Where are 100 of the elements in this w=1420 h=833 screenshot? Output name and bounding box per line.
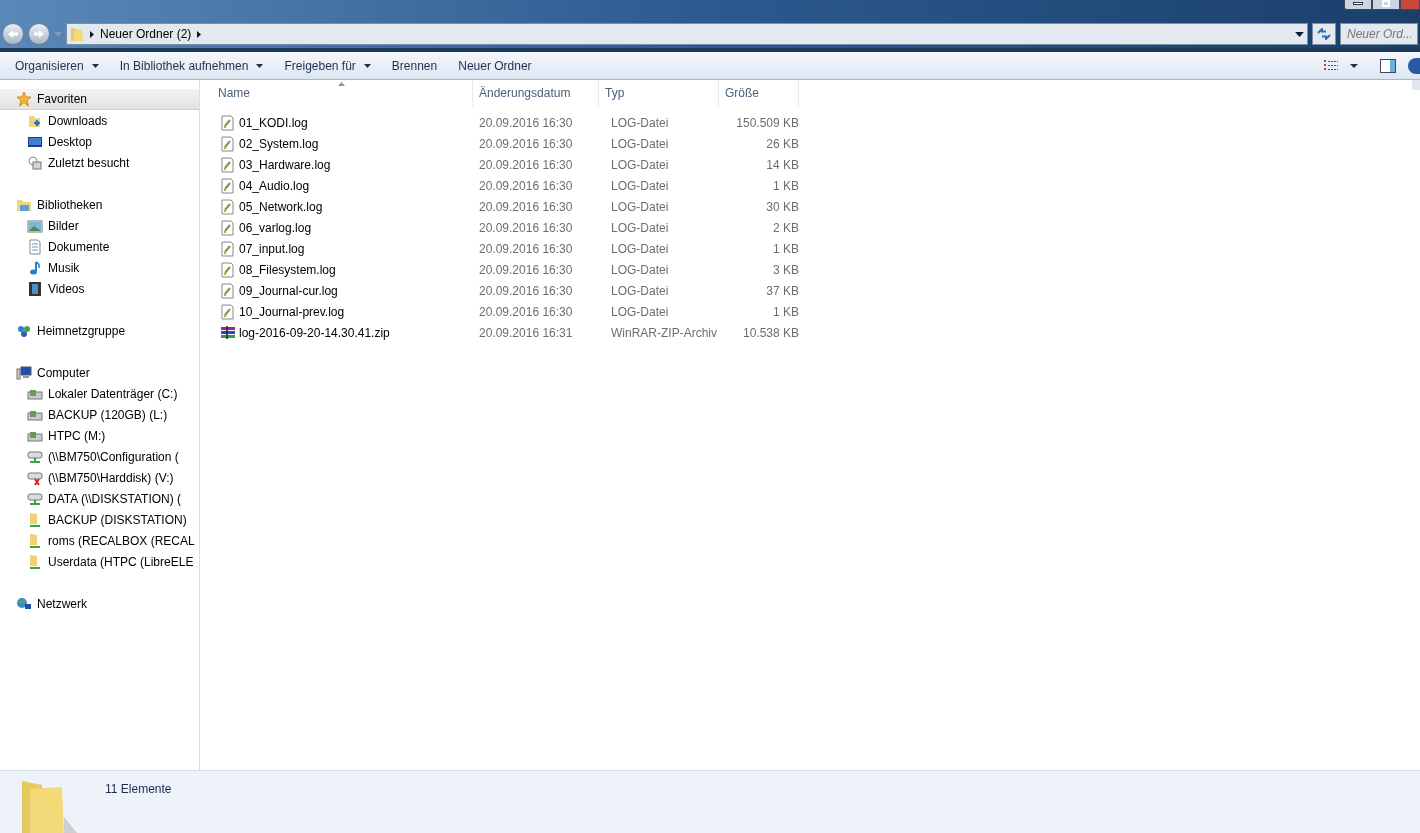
nav-group[interactable]: Favoriten <box>0 89 199 110</box>
table-cell-text: 20.09.2016 16:30 <box>479 303 574 321</box>
file-name[interactable]: 01_KODI.log <box>239 113 308 132</box>
file-name[interactable]: 10_Journal-prev.log <box>239 302 345 321</box>
text-file-icon <box>220 135 236 152</box>
text-file-icon <box>220 198 236 215</box>
table-cell-text: LOG-Datei <box>610 177 670 195</box>
column-header[interactable]: Typ <box>599 80 719 106</box>
nav-group[interactable]: Bibliotheken <box>0 194 199 215</box>
table-cell-text: 20.09.2016 16:30 <box>479 177 574 195</box>
preview-pane-button[interactable] <box>1380 58 1396 73</box>
table-cell-text: 20.09.2016 16:30 <box>479 282 574 300</box>
table-cell-text: LOG-Datei <box>610 261 670 279</box>
nav-group[interactable]: Heimnetzgruppe <box>0 320 199 341</box>
network-drive-icon <box>27 490 43 507</box>
address-dropdown-icon[interactable] <box>1295 31 1304 37</box>
nav-item[interactable]: Userdata (HTPC (LibreELE <box>0 551 199 572</box>
file-name[interactable]: 04_Audio.log <box>239 176 310 195</box>
minimize-button[interactable] <box>1344 0 1372 10</box>
caret-icon <box>1350 63 1358 68</box>
table-cell-text: 3 KB <box>772 261 799 279</box>
text-file-icon <box>220 303 236 320</box>
table-cell-text: 26 KB <box>765 135 799 153</box>
nav-item[interactable]: (\\BM750\Configuration ( <box>0 446 199 467</box>
globe-network-icon <box>16 595 32 612</box>
item-count: 11 Elemente <box>105 781 172 798</box>
toolbar-button[interactable]: In Bibliothek aufnehmen <box>110 54 273 77</box>
table-cell-text: 1 KB <box>772 177 799 195</box>
file-name[interactable]: 07_input.log <box>239 239 305 258</box>
file-name[interactable]: 08_Filesystem.log <box>239 260 336 279</box>
details-view-icon <box>1323 59 1338 72</box>
nav-item[interactable]: BACKUP (120GB) (L:) <box>0 404 199 425</box>
nav-item[interactable]: (\\BM750\Harddisk) (V:) <box>0 467 199 488</box>
toolbar-button[interactable]: Brennen <box>382 54 447 77</box>
table-cell-text: LOG-Datei <box>610 303 670 321</box>
table-cell-text: LOG-Datei <box>610 135 670 153</box>
nav-item[interactable]: Musik <box>0 257 199 278</box>
table-cell-text: 20.09.2016 16:30 <box>479 135 574 153</box>
text-file-icon <box>220 177 236 194</box>
table-cell-text: LOG-Datei <box>610 198 670 216</box>
help-button[interactable] <box>1408 57 1420 74</box>
document-icon <box>27 238 43 255</box>
network-folder-icon <box>27 532 43 549</box>
back-arrow-icon <box>7 29 19 39</box>
nav-group[interactable]: Netzwerk <box>0 593 199 614</box>
toolbar-button[interactable]: Freigeben für <box>275 54 380 77</box>
address-bar[interactable]: Neuer Ordner (2) <box>66 23 1308 45</box>
column-header[interactable]: Änderungsdatum <box>473 80 599 106</box>
nav-item[interactable]: DATA (\\DISKSTATION) ( <box>0 488 199 509</box>
nav-item[interactable]: Dokumente <box>0 236 199 257</box>
breadcrumb-caret-icon[interactable] <box>197 30 202 38</box>
breadcrumb[interactable]: Neuer Ordner (2) <box>100 25 192 43</box>
nav-item[interactable]: HTPC (M:) <box>0 425 199 446</box>
network-folder-icon <box>27 511 43 528</box>
refresh-button[interactable] <box>1312 23 1336 45</box>
table-cell-text: 150.509 KB <box>735 114 799 132</box>
table-cell-text: 20.09.2016 16:30 <box>479 156 574 174</box>
table-cell-text: 20.09.2016 16:30 <box>479 261 574 279</box>
file-name[interactable]: 02_System.log <box>239 134 319 153</box>
nav-item[interactable]: Desktop <box>0 131 199 152</box>
file-name[interactable]: 03_Hardware.log <box>239 155 331 174</box>
file-name[interactable]: 05_Network.log <box>239 197 323 216</box>
network-folder-icon <box>27 553 43 570</box>
nav-group[interactable]: Computer <box>0 362 199 383</box>
restore-button[interactable] <box>1372 0 1400 10</box>
forward-button[interactable] <box>28 23 50 45</box>
text-file-icon <box>220 156 236 173</box>
film-icon <box>27 280 43 297</box>
table-cell-text: LOG-Datei <box>610 156 670 174</box>
nav-item[interactable]: Videos <box>0 278 199 299</box>
table-cell-text: 10.538 KB <box>741 324 799 342</box>
nav-item[interactable]: Bilder <box>0 215 199 236</box>
nav-item[interactable]: roms (RECALBOX (RECAL <box>0 530 199 551</box>
back-button[interactable] <box>2 23 24 45</box>
file-name[interactable]: 09_Journal-cur.log <box>239 281 338 300</box>
table-cell-text: LOG-Datei <box>610 240 670 258</box>
nav-item[interactable]: Zuletzt besucht <box>0 152 199 173</box>
table-cell-text: 30 KB <box>765 198 799 216</box>
nav-item[interactable]: Downloads <box>0 110 199 131</box>
search-field[interactable]: Neuer Ord... <box>1340 23 1418 45</box>
file-name[interactable]: 06_varlog.log <box>239 218 312 237</box>
text-file-icon <box>220 240 236 257</box>
table-cell-text: WinRAR-ZIP-Archiv <box>610 324 718 342</box>
breadcrumb-caret-icon[interactable] <box>90 30 94 38</box>
text-file-icon <box>220 282 236 299</box>
toolbar-button[interactable]: Neuer Ordner <box>449 54 541 77</box>
table-cell-text: 20.09.2016 16:30 <box>479 219 574 237</box>
text-file-icon <box>220 114 236 131</box>
toolbar-button[interactable]: Organisieren <box>6 54 108 77</box>
nav-item[interactable]: BACKUP (DISKSTATION) <box>0 509 199 530</box>
forward-arrow-icon <box>33 29 45 39</box>
table-cell-text: LOG-Datei <box>610 114 670 132</box>
refresh-icon <box>1317 28 1331 40</box>
folder-icon <box>70 26 84 42</box>
file-name[interactable]: log-2016-09-20-14.30.41.zip <box>239 323 390 342</box>
nav-item[interactable]: Lokaler Datenträger (C:) <box>0 383 199 404</box>
column-header[interactable]: Größe <box>719 80 799 106</box>
network-drive-icon <box>27 448 43 465</box>
table-cell-text: 20.09.2016 16:30 <box>479 240 574 258</box>
table-cell-text: LOG-Datei <box>610 219 670 237</box>
